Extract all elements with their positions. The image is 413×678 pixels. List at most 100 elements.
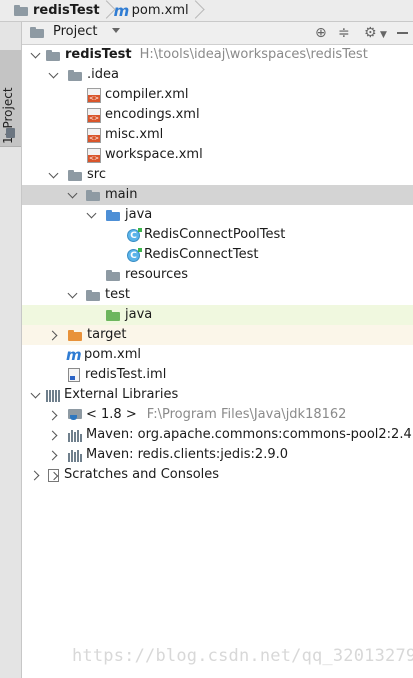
- tree-row-src[interactable]: src: [22, 165, 413, 185]
- project-view-icon: [30, 27, 44, 38]
- settings-dropdown-icon[interactable]: ▼: [380, 27, 387, 43]
- xml-file-icon: [87, 147, 101, 163]
- java-class-icon: C: [127, 227, 142, 242]
- library-icon: [68, 449, 82, 462]
- tree-row-jdk[interactable]: < 1.8 > F:\Program Files\Java\jdk18162: [22, 405, 413, 425]
- tree-row-class[interactable]: C RedisConnectPoolTest: [22, 225, 413, 245]
- tree-row-file[interactable]: workspace.xml: [22, 145, 413, 165]
- structure-tool-icon[interactable]: [6, 128, 15, 138]
- test-source-folder-icon: [106, 309, 120, 321]
- root-module-label: redisTest: [65, 47, 132, 62]
- project-view-select[interactable]: Project: [53, 24, 97, 39]
- tree-row-idea[interactable]: .idea: [22, 65, 413, 85]
- folder-icon: [86, 289, 100, 301]
- file-label: pom.xml: [84, 347, 141, 362]
- expand-arrow-icon[interactable]: [48, 65, 60, 85]
- expand-arrow-icon[interactable]: [48, 165, 60, 185]
- class-label: RedisConnectPoolTest: [144, 227, 286, 242]
- project-tree: redisTest H:\tools\ideaj\workspaces\redi…: [22, 45, 413, 485]
- folder-label: src: [87, 167, 106, 182]
- folder-label: .idea: [87, 67, 119, 82]
- tool-window-strip: 1: Project: [0, 22, 22, 678]
- tree-row-test[interactable]: test: [22, 285, 413, 305]
- breadcrumb-separator: [104, 0, 114, 21]
- tree-row-library[interactable]: Maven: redis.clients:jedis:2.9.0: [22, 445, 413, 465]
- tree-row-root[interactable]: redisTest H:\tools\ideaj\workspaces\redi…: [22, 45, 413, 65]
- breadcrumb-file[interactable]: m pom.xml: [114, 0, 193, 21]
- scratches-icon: [48, 468, 59, 482]
- folder-label: java: [125, 207, 153, 222]
- tree-row-target[interactable]: target: [22, 325, 413, 345]
- resources-folder-icon: [106, 269, 120, 281]
- tree-row-scratches[interactable]: Scratches and Consoles: [22, 465, 413, 485]
- folder-label: resources: [125, 267, 189, 282]
- folder-icon: [14, 5, 28, 16]
- folder-label: java: [125, 307, 153, 322]
- folder-label: main: [105, 187, 138, 202]
- maven-icon: m: [66, 346, 82, 364]
- tree-row-file[interactable]: encodings.xml: [22, 105, 413, 125]
- collapse-arrow-icon[interactable]: [48, 445, 60, 465]
- chevron-down-icon[interactable]: [112, 28, 120, 33]
- excluded-folder-icon: [68, 329, 82, 341]
- folder-label: test: [105, 287, 130, 302]
- breadcrumb-file-label: pom.xml: [131, 3, 189, 18]
- tree-row-library[interactable]: Maven: org.apache.commons:commons-pool2:…: [22, 425, 413, 445]
- maven-icon: m: [113, 1, 130, 20]
- breadcrumb-project[interactable]: redisTest: [0, 0, 104, 21]
- java-class-icon: C: [127, 247, 142, 262]
- expand-arrow-icon[interactable]: [86, 205, 98, 225]
- libraries-icon: [46, 389, 60, 402]
- module-folder-icon: [46, 49, 60, 61]
- project-toolbar: Project ⊕ ≑ ⚙ ▼: [22, 22, 413, 45]
- expand-arrow-icon[interactable]: [67, 285, 79, 305]
- jdk-label: < 1.8 >: [86, 407, 137, 422]
- tree-row-file[interactable]: misc.xml: [22, 125, 413, 145]
- tree-row-resources[interactable]: resources: [22, 265, 413, 285]
- folder-icon: [68, 169, 82, 181]
- breadcrumb: redisTest m pom.xml: [0, 0, 413, 22]
- collapse-arrow-icon[interactable]: [48, 405, 60, 425]
- collapse-arrow-icon[interactable]: [48, 425, 60, 445]
- file-label: misc.xml: [105, 127, 164, 142]
- folder-icon: [86, 189, 100, 201]
- tree-row-class[interactable]: C RedisConnectTest: [22, 245, 413, 265]
- breadcrumb-project-label: redisTest: [33, 3, 100, 18]
- collapse-all-icon[interactable]: ≑: [338, 25, 350, 41]
- scratches-label: Scratches and Consoles: [64, 467, 220, 482]
- xml-file-icon: [87, 87, 101, 103]
- jdk-path: F:\Program Files\Java\jdk18162: [146, 407, 347, 422]
- module-file-icon: [68, 368, 80, 382]
- file-label: compiler.xml: [105, 87, 189, 102]
- folder-label: target: [87, 327, 127, 342]
- file-label: workspace.xml: [105, 147, 203, 162]
- breadcrumb-separator: [193, 0, 203, 21]
- tree-row-pom[interactable]: m pom.xml: [22, 345, 413, 365]
- class-label: RedisConnectTest: [144, 247, 259, 262]
- collapse-arrow-icon[interactable]: [30, 465, 42, 485]
- tree-row-external-libraries[interactable]: External Libraries: [22, 385, 413, 405]
- expand-arrow-icon[interactable]: [30, 385, 42, 405]
- tree-row-iml[interactable]: redisTest.iml: [22, 365, 413, 385]
- file-label: redisTest.iml: [85, 367, 167, 382]
- gear-icon[interactable]: ⚙: [364, 25, 377, 41]
- xml-file-icon: [87, 127, 101, 143]
- folder-icon: [68, 69, 82, 81]
- xml-file-icon: [87, 107, 101, 123]
- hide-icon[interactable]: [397, 32, 408, 34]
- file-label: encodings.xml: [105, 107, 200, 122]
- source-folder-icon: [106, 209, 120, 221]
- library-icon: [68, 429, 82, 442]
- tree-row-java[interactable]: java: [22, 205, 413, 225]
- tree-row-test-java[interactable]: java: [22, 305, 413, 325]
- library-label: Maven: org.apache.commons:commons-pool2:…: [86, 427, 413, 442]
- locate-icon[interactable]: ⊕: [315, 25, 327, 41]
- expand-arrow-icon[interactable]: [30, 45, 42, 65]
- collapse-arrow-icon[interactable]: [48, 325, 60, 345]
- watermark: https://blog.csdn.net/qq_32013279: [72, 646, 413, 666]
- expand-arrow-icon[interactable]: [67, 185, 79, 205]
- tree-row-main[interactable]: main: [22, 185, 413, 205]
- root-module-path: H:\tools\ideaj\workspaces\redisTest: [139, 47, 368, 62]
- tree-row-file[interactable]: compiler.xml: [22, 85, 413, 105]
- external-libraries-label: External Libraries: [64, 387, 179, 402]
